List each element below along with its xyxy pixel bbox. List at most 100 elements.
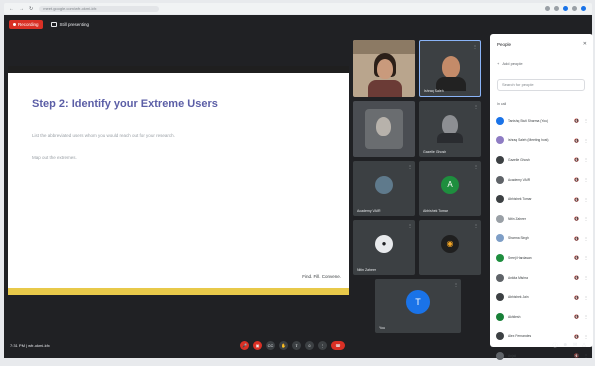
- more-options-icon[interactable]: ⋮: [584, 216, 588, 221]
- mic-muted-icon: 🔇: [574, 314, 579, 320]
- participant-tile[interactable]: ⋮ Gazelle Ghosh: [419, 101, 481, 157]
- presenting-label: Still presenting: [59, 22, 90, 27]
- more-options-icon[interactable]: ⋮: [408, 223, 412, 228]
- raise-hand-button[interactable]: ✋: [279, 341, 288, 350]
- participant-avatar: [496, 234, 504, 243]
- participant-tile[interactable]: ⋮ Ishraq Saleh: [419, 40, 481, 97]
- participant-row[interactable]: Abhishek Tomar 🔇 ⋮: [496, 189, 588, 209]
- people-search-input[interactable]: Search for people: [497, 79, 585, 91]
- participant-row[interactable]: Academy VAIR 🔇 ⋮: [496, 170, 588, 190]
- more-options-icon[interactable]: ⋮: [454, 282, 458, 287]
- extension-icon[interactable]: [545, 6, 550, 11]
- participant-row[interactable]: Sharma Singh 🔇 ⋮: [496, 229, 588, 249]
- activities-icon[interactable]: △: [582, 342, 586, 349]
- more-options-icon[interactable]: ⋮: [584, 314, 588, 319]
- reload-icon[interactable]: ↻: [29, 6, 33, 12]
- participant-tile[interactable]: [353, 101, 415, 157]
- participant-row-name: Abhishek Jain: [508, 295, 529, 300]
- participant-row[interactable]: Nitin Zaheer 🔇 ⋮: [496, 209, 588, 229]
- extension-icon[interactable]: [563, 6, 568, 11]
- participant-row[interactable]: Gazelle Ghosh 🔇 ⋮: [496, 150, 588, 170]
- back-icon[interactable]: ←: [9, 6, 14, 12]
- more-options-icon[interactable]: ⋮: [474, 223, 478, 228]
- participant-name: Nitin Zaheer: [357, 268, 377, 272]
- participant-tile[interactable]: [353, 40, 415, 97]
- captions-button[interactable]: CC: [266, 341, 275, 350]
- mic-off-button[interactable]: 🎤: [240, 341, 249, 350]
- participant-row[interactable]: Akhilesh 🔇 ⋮: [496, 307, 588, 327]
- side-controls: ⓘ ☻ ✉ △: [553, 342, 586, 349]
- participant-avatar: [496, 195, 504, 204]
- recording-badge[interactable]: Recording: [9, 20, 43, 29]
- more-options-icon[interactable]: ⋮: [584, 255, 588, 260]
- people-panel: People ✕ + Add people Search for people …: [490, 34, 593, 360]
- more-options-icon[interactable]: ⋮: [584, 118, 588, 123]
- participant-row[interactable]: Ankita Mishra 🔇 ⋮: [496, 268, 588, 288]
- more-options-icon[interactable]: ⋮: [584, 138, 588, 143]
- participant-tile[interactable]: ⋮ Academy VAIR: [353, 161, 415, 216]
- slide-text: List the abbreviated users whom you woul…: [32, 133, 175, 138]
- extension-icon[interactable]: [554, 6, 559, 11]
- address-bar[interactable]: meet.google.com/wfr-okmi-kfx: [39, 5, 160, 12]
- participant-row[interactable]: Tanishq Stuti Sharma (You) 🔇 ⋮: [496, 111, 588, 131]
- participant-row-name: Ishraq Saleh (Meeting host): [508, 138, 549, 143]
- camera-off-button[interactable]: ▣: [253, 341, 262, 350]
- mic-muted-icon: 🔇: [574, 157, 579, 163]
- participant-avatar: [496, 273, 504, 282]
- more-options-icon[interactable]: ⋮: [584, 177, 588, 182]
- more-options-icon[interactable]: ⋮: [474, 164, 478, 169]
- participant-row-name: Nitin Zaheer: [508, 216, 526, 221]
- presenting-indicator: Still presenting: [50, 22, 90, 27]
- participant-row-name: Abhishek Tomar: [508, 197, 532, 202]
- more-options-icon[interactable]: ⋮: [584, 157, 588, 162]
- more-options-icon[interactable]: ⋮: [584, 197, 588, 202]
- self-avatar: T: [406, 290, 430, 315]
- participant-video: [442, 56, 460, 78]
- more-options-button[interactable]: ⋮: [318, 341, 327, 350]
- more-options-icon[interactable]: ⋮: [584, 295, 588, 300]
- shared-slide: Step 2: Identify your Extreme Users List…: [8, 66, 349, 295]
- forward-icon[interactable]: →: [19, 6, 24, 12]
- more-options-icon[interactable]: ⋮: [584, 236, 588, 241]
- more-options-icon[interactable]: ⋮: [473, 44, 477, 49]
- add-people-button[interactable]: + Add people: [497, 61, 523, 66]
- participant-avatar: ●: [375, 234, 393, 253]
- participant-row-name: Sreeji Hardasan: [508, 255, 532, 260]
- mic-muted-icon: 🔇: [574, 216, 579, 222]
- participant-avatar: [496, 214, 504, 223]
- participant-row-name: Gazelle Ghosh: [508, 157, 530, 162]
- mic-muted-icon: 🔇: [574, 235, 579, 241]
- add-person-icon: +: [497, 61, 500, 66]
- participant-row[interactable]: Sreeji Hardasan 🔇 ⋮: [496, 248, 588, 268]
- self-view-tile[interactable]: T ⋮ You: [375, 279, 461, 333]
- recording-label: Recording: [18, 22, 39, 27]
- participant-name: Gazelle Ghosh: [423, 150, 447, 154]
- participant-row-name: Ankita Mishra: [508, 275, 528, 280]
- reactions-button[interactable]: ☺: [305, 341, 314, 350]
- more-options-icon[interactable]: ⋮: [584, 275, 588, 280]
- participant-avatar: [496, 136, 504, 145]
- participant-row[interactable]: Abhishek Jain 🔇 ⋮: [496, 287, 588, 307]
- participant-avatar: [496, 293, 504, 302]
- participant-tile[interactable]: ◉ ⋮: [419, 220, 481, 275]
- people-icon[interactable]: ☻: [563, 342, 568, 349]
- participant-tile[interactable]: ● ⋮ Nitin Zaheer: [353, 220, 415, 275]
- meeting-info: 7:31 PM | wfr-okmi-kfx: [10, 343, 50, 348]
- participant-tile[interactable]: A ⋮ Abhishek Tomar: [419, 161, 481, 216]
- info-icon[interactable]: ⓘ: [553, 342, 558, 349]
- mic-muted-icon: 🔇: [574, 294, 579, 300]
- participant-name: Ishraq Saleh: [424, 89, 444, 93]
- profile-icon[interactable]: [572, 6, 577, 11]
- menu-icon[interactable]: [581, 6, 586, 11]
- close-icon[interactable]: ✕: [583, 41, 587, 47]
- present-button[interactable]: ⇧: [292, 341, 301, 350]
- leave-call-button[interactable]: ☎: [331, 341, 345, 350]
- participant-row[interactable]: Ishraq Saleh (Meeting host) 🔇 ⋮: [496, 131, 588, 151]
- chat-icon[interactable]: ✉: [573, 342, 577, 349]
- more-options-icon[interactable]: ⋮: [474, 104, 478, 109]
- participant-body: [368, 80, 402, 97]
- participant-name: You: [379, 326, 385, 330]
- more-options-icon[interactable]: ⋮: [408, 164, 412, 169]
- participant-list: Tanishq Stuti Sharma (You) 🔇 ⋮ Ishraq Saleh…: [496, 111, 588, 366]
- mic-muted-icon: 🔇: [574, 118, 579, 124]
